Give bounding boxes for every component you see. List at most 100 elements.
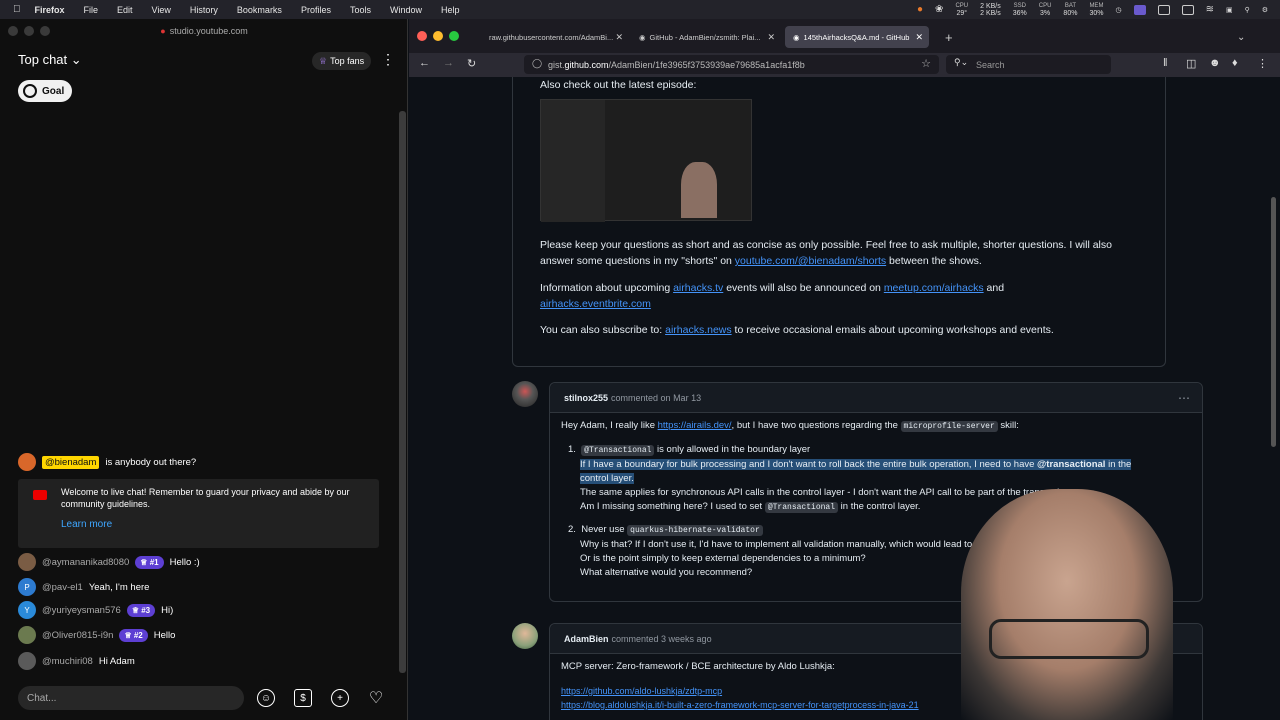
- youtube-chat-window: ● studio.youtube.com Top chat ⌄ ♕ Top fan…: [0, 19, 408, 720]
- reload-icon[interactable]: ↻: [467, 57, 476, 70]
- zdtp-mcp-link[interactable]: https://github.com/aldo-lushkja/zdtp-mcp: [561, 686, 722, 696]
- extensions-icon[interactable]: ♦: [1232, 57, 1238, 69]
- control-center-icon[interactable]: ⚙: [1262, 6, 1268, 14]
- record-icon[interactable]: ●: [917, 4, 923, 15]
- site-info-icon[interactable]: ◯: [532, 58, 542, 69]
- new-tab-button[interactable]: +: [937, 26, 953, 48]
- comment-menu-icon[interactable]: ⋯: [1178, 391, 1190, 405]
- emoji-icon[interactable]: ☺: [257, 689, 275, 707]
- zoom-window-icon[interactable]: [449, 31, 459, 41]
- zoom-window-icon[interactable]: [40, 26, 50, 36]
- comment-author[interactable]: stilnox255: [564, 393, 608, 403]
- comment-text: MCP server: Zero-framework / BCE archite…: [561, 661, 835, 672]
- menu-edit[interactable]: Edit: [117, 5, 133, 15]
- message-author[interactable]: @pav-el1: [42, 582, 83, 593]
- close-tab-icon[interactable]: ✕: [915, 32, 923, 43]
- firefox-window: raw.githubusercontent.com/AdamBi... ✕ ◉ Gi…: [409, 19, 1280, 720]
- screen-icon[interactable]: [1133, 4, 1146, 15]
- avatar: [18, 453, 36, 471]
- menu-bookmarks[interactable]: Bookmarks: [237, 5, 282, 15]
- menu-file[interactable]: File: [84, 5, 99, 15]
- avatar: Y: [18, 601, 36, 619]
- fan-rank-badge: ♕ #1: [135, 555, 164, 569]
- minimize-window-icon[interactable]: [24, 26, 34, 36]
- menu-app-name[interactable]: Firefox: [35, 5, 65, 15]
- super-chat-icon[interactable]: $: [294, 689, 312, 707]
- stat-ssd: SSD 36%: [1012, 2, 1027, 17]
- tab-github-zsmith[interactable]: ◉ GitHub - AdamBien/zsmith: Plai... ✕: [631, 26, 781, 48]
- wifi-icon[interactable]: ≋: [1206, 4, 1214, 15]
- message-author[interactable]: @bienadam: [42, 455, 100, 469]
- message-author[interactable]: @yuriyeysman576: [42, 605, 121, 616]
- tab-raw-github[interactable]: raw.githubusercontent.com/AdamBi... ✕: [481, 26, 629, 48]
- message-text: Hi Adam: [98, 655, 135, 667]
- message-author[interactable]: @aymananikad8080: [42, 557, 129, 568]
- app-menu-icon[interactable]: ⋮: [1257, 57, 1268, 70]
- close-window-icon[interactable]: [8, 26, 18, 36]
- menu-tools[interactable]: Tools: [350, 5, 371, 15]
- avatar: [18, 553, 36, 571]
- top-fans-button[interactable]: ♕ Top fans: [312, 52, 372, 70]
- close-tab-icon[interactable]: ✕: [615, 32, 623, 43]
- message-author[interactable]: @Oliver0815-i9n: [42, 630, 113, 641]
- search-input[interactable]: Search: [946, 55, 1111, 74]
- bookmark-star-icon[interactable]: ☆: [921, 57, 931, 70]
- avatar[interactable]: [512, 623, 538, 649]
- message-author[interactable]: @muchiri08: [42, 656, 93, 667]
- menu-profiles[interactable]: Profiles: [301, 5, 331, 15]
- gist-file-box: [512, 77, 1166, 367]
- menu-view[interactable]: View: [152, 5, 171, 15]
- clock-icon[interactable]: ◷: [1115, 6, 1121, 14]
- menu-window[interactable]: Window: [390, 5, 422, 15]
- input-icon[interactable]: [1181, 4, 1194, 15]
- sidebar-icon[interactable]: ◫: [1186, 57, 1196, 70]
- goal-button[interactable]: Goal: [18, 80, 73, 102]
- airails-link[interactable]: https://airails.dev/: [658, 420, 732, 431]
- tab-strip: raw.githubusercontent.com/AdamBi... ✕ ◉ Gi…: [409, 19, 1280, 53]
- page-scrollbar[interactable]: [1271, 197, 1276, 447]
- comment-intro: Hey Adam, I really like https://airails.…: [561, 420, 1019, 432]
- blog-link[interactable]: https://blog.aldolushkja.it/i-built-a-ze…: [561, 700, 919, 710]
- chat-input[interactable]: Chat...: [18, 686, 244, 710]
- chat-message: P @pav-el1 Yeah, I'm here: [18, 578, 149, 596]
- learn-more-link[interactable]: Learn more: [61, 519, 112, 530]
- stat-cpu: CPU 3%: [1038, 2, 1052, 17]
- github-icon: ◉: [793, 32, 800, 42]
- account-icon[interactable]: ☻: [1209, 57, 1221, 69]
- chat-mode-dropdown[interactable]: Top chat ⌄: [18, 52, 82, 68]
- youtube-icon: [33, 490, 47, 500]
- close-tab-icon[interactable]: ✕: [767, 32, 775, 43]
- chat-scrollbar[interactable]: [399, 111, 406, 673]
- library-icon[interactable]: ‖: [1163, 57, 1168, 69]
- back-icon[interactable]: ←: [419, 57, 430, 69]
- comment-header: stilnox255 commented on Mar 13 ⋯: [550, 383, 1202, 413]
- lock-icon[interactable]: ▣: [1226, 6, 1233, 14]
- search-icon[interactable]: ⚲: [1245, 6, 1250, 14]
- menu-history[interactable]: History: [190, 5, 218, 15]
- avatar: P: [18, 578, 36, 596]
- url-field[interactable]: ◯ gist. github.com/AdamBien/1fe3965f37539…: [524, 55, 939, 74]
- popup-url-text: studio.youtube.com: [169, 26, 248, 36]
- tab-gist[interactable]: ◉ 145thAirhacksQ&A.md - GitHub ✕: [785, 26, 929, 48]
- heart-icon[interactable]: ♡: [367, 689, 385, 707]
- stat-network: 2 KB/s 2 KB/s: [980, 2, 1001, 17]
- apple-icon[interactable]: : [13, 4, 21, 15]
- stat-battery: BAT 80%: [1063, 2, 1078, 17]
- close-window-icon[interactable]: [417, 31, 427, 41]
- forward-icon[interactable]: →: [443, 57, 454, 69]
- avatar[interactable]: [512, 381, 538, 407]
- more-options-icon[interactable]: ⋮: [381, 51, 395, 68]
- webcam-overlay: [961, 489, 1173, 720]
- popup-url: ● studio.youtube.com: [0, 19, 408, 43]
- message-text: Hello: [153, 629, 176, 641]
- navigation-bar: ← → ↻ ◯ gist. github.com/AdamBien/1fe3965…: [409, 53, 1280, 77]
- add-icon[interactable]: +: [331, 689, 349, 707]
- stat-cpu-temp: CPU 29°: [955, 2, 969, 17]
- chat-message: @Oliver0815-i9n ♕ #2 Hello: [18, 626, 175, 644]
- menu-help[interactable]: Help: [441, 5, 460, 15]
- minimize-window-icon[interactable]: [433, 31, 443, 41]
- battery-icon[interactable]: [1157, 4, 1170, 15]
- search-engine-icon[interactable]: ⚲⌄: [954, 57, 968, 68]
- comment-author[interactable]: AdamBien: [564, 634, 609, 644]
- list-tabs-icon[interactable]: ⌄: [1229, 26, 1245, 48]
